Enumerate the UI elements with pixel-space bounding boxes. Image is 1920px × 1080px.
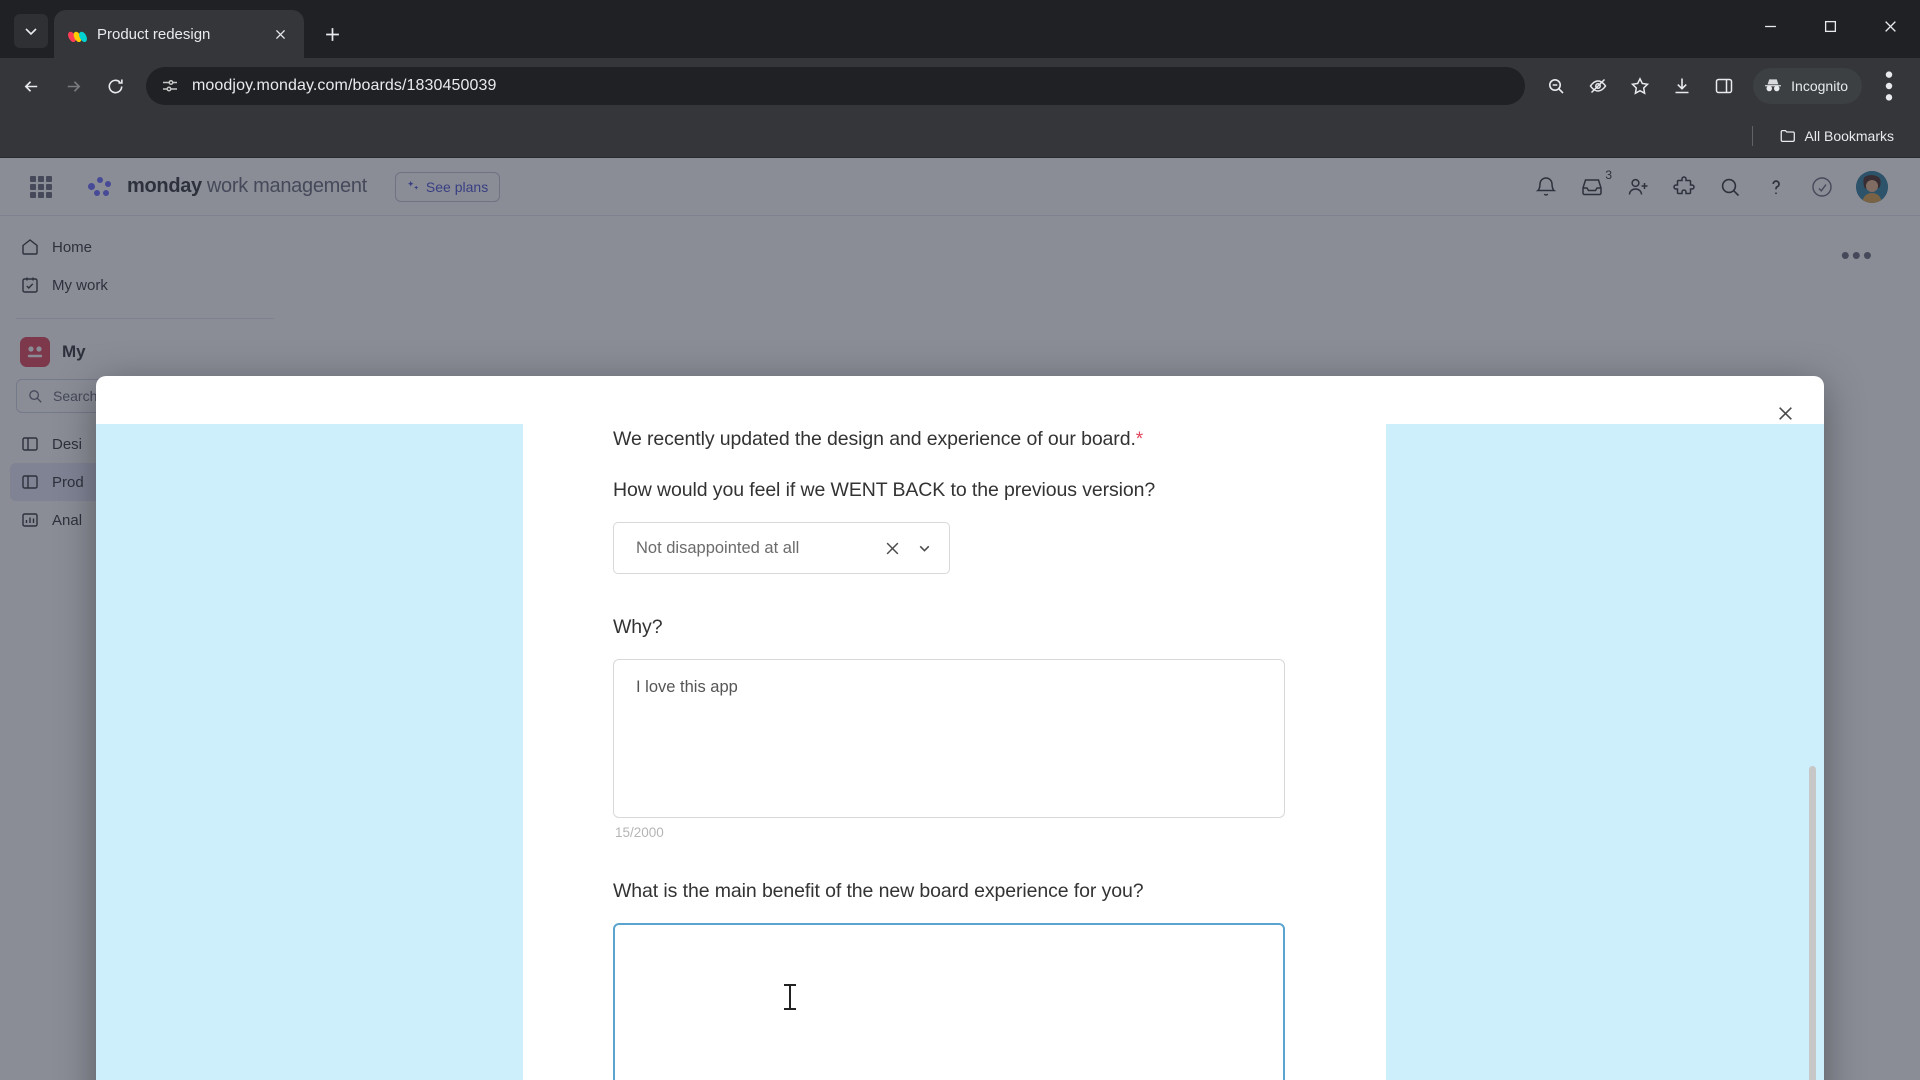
- monday-app: mondaywork management See plans: [0, 158, 1920, 1080]
- question-benefit-label: What is the main benefit of the new boar…: [613, 880, 1144, 902]
- all-bookmarks-label: All Bookmarks: [1804, 127, 1894, 144]
- incognito-label: Incognito: [1791, 78, 1848, 94]
- star-icon[interactable]: [1621, 67, 1659, 105]
- site-settings-icon[interactable]: [160, 76, 180, 96]
- form-modal: We recently updated the design and exper…: [96, 376, 1824, 1080]
- forward-arrow-icon[interactable]: [54, 67, 92, 105]
- bookmarks-divider: [1751, 125, 1753, 146]
- why-char-count: 15/2000: [615, 825, 664, 840]
- why-field-wrap: I love this app: [613, 659, 1285, 818]
- browser-toolbar: moodjoy.monday.com/boards/1830450039 Inc…: [0, 58, 1920, 114]
- clear-selection-icon[interactable]: [881, 537, 903, 559]
- why-textarea[interactable]: I love this app: [613, 659, 1285, 818]
- address-bar[interactable]: moodjoy.monday.com/boards/1830450039: [146, 67, 1526, 105]
- question-intro-text: We recently updated the design and exper…: [613, 428, 1136, 450]
- browser-tab[interactable]: Product redesign: [54, 10, 304, 58]
- minimize-icon[interactable]: [1740, 0, 1800, 52]
- tab-strip: Product redesign: [0, 0, 1920, 58]
- question-went-back-label: How would you feel if we WENT BACK to th…: [613, 479, 1156, 501]
- tab-list-icon[interactable]: [14, 14, 48, 48]
- form-background-right: [1386, 424, 1824, 1080]
- window-close-icon[interactable]: [1860, 0, 1920, 52]
- form-scroll-container[interactable]: We recently updated the design and exper…: [523, 376, 1386, 1080]
- close-icon[interactable]: [268, 22, 292, 46]
- required-marker: *: [1135, 429, 1144, 450]
- went-back-select[interactable]: Not disappointed at all: [613, 522, 950, 574]
- bookmarks-bar: All Bookmarks: [0, 114, 1920, 158]
- download-icon[interactable]: [1663, 67, 1701, 105]
- three-dot-menu-icon[interactable]: [1870, 67, 1908, 105]
- new-tab-button[interactable]: [312, 14, 352, 54]
- reload-icon[interactable]: [96, 67, 134, 105]
- question-why-label: Why?: [613, 616, 663, 638]
- window-controls: [1740, 0, 1920, 52]
- side-panel-icon[interactable]: [1705, 67, 1743, 105]
- all-bookmarks-button[interactable]: All Bookmarks: [1771, 123, 1902, 149]
- browser-window: Product redesign moodjoy.monday.com/boar…: [0, 0, 1920, 1080]
- tab-title: Product redesign: [97, 25, 211, 43]
- modal-scrollbar[interactable]: [1809, 766, 1816, 1080]
- maximize-icon[interactable]: [1800, 0, 1860, 52]
- chevron-down-icon[interactable]: [913, 537, 935, 559]
- close-icon[interactable]: [1770, 398, 1800, 428]
- hide-password-icon[interactable]: [1579, 67, 1617, 105]
- went-back-select-value: Not disappointed at all: [636, 538, 800, 557]
- back-arrow-icon[interactable]: [12, 67, 50, 105]
- incognito-indicator[interactable]: Incognito: [1753, 68, 1862, 104]
- form-content: We recently updated the design and exper…: [613, 428, 1285, 1080]
- zoom-out-icon[interactable]: [1537, 67, 1575, 105]
- text-cursor: [784, 984, 796, 1010]
- url-text: moodjoy.monday.com/boards/1830450039: [192, 77, 497, 94]
- question-intro: We recently updated the design and exper…: [613, 428, 1285, 451]
- form-background-left: [96, 424, 523, 1080]
- monday-favicon: [68, 25, 87, 44]
- benefit-textarea[interactable]: [613, 923, 1285, 1080]
